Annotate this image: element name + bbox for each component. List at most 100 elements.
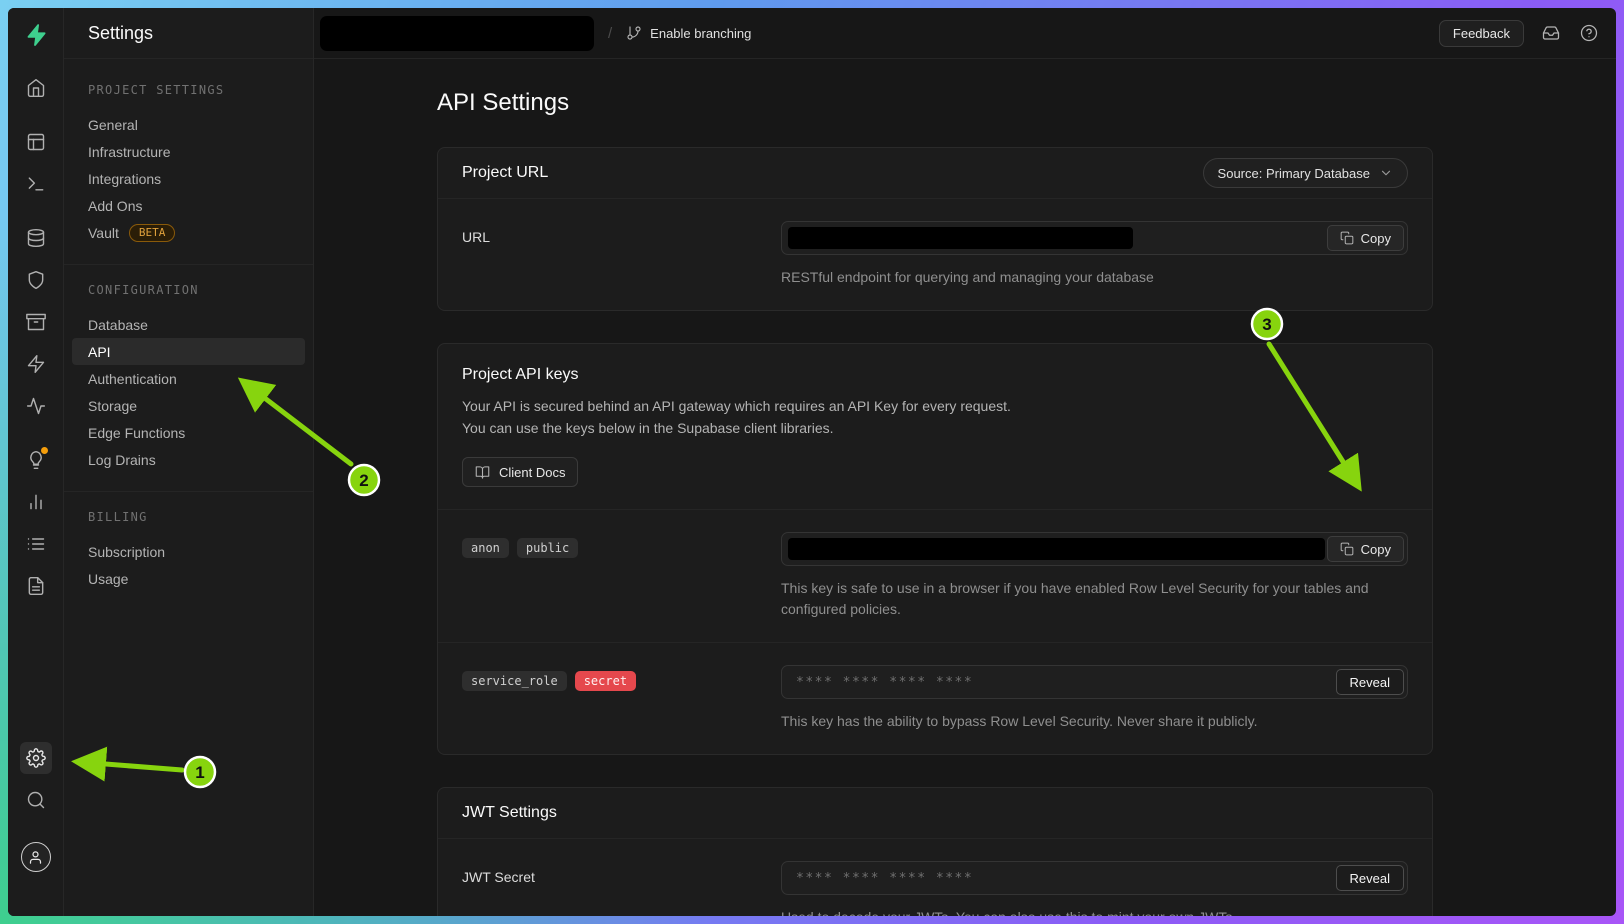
nav-project-settings[interactable] — [20, 742, 52, 774]
project-url-input[interactable]: Copy — [781, 221, 1408, 255]
client-docs-button[interactable]: Client Docs — [462, 457, 578, 487]
nav-search[interactable] — [20, 784, 52, 816]
service-role-badge: service_role — [462, 671, 567, 691]
supabase-logo[interactable] — [23, 22, 49, 48]
user-avatar-icon — [28, 850, 43, 865]
jwt-secret-helper: Used to decode your JWTs. You can also u… — [781, 907, 1408, 916]
database-icon — [26, 228, 46, 248]
api-keys-description-1: Your API is secured behind an API gatewa… — [462, 396, 1408, 418]
breadcrumb-separator: / — [608, 25, 612, 42]
section-label-project-settings: PROJECT SETTINGS — [64, 83, 313, 97]
sidebar-item-add-ons[interactable]: Add Ons — [72, 192, 305, 219]
anon-key-copy-button[interactable]: Copy — [1327, 536, 1404, 562]
app-window: Settings PROJECT SETTINGS General Infras… — [8, 8, 1616, 916]
section-label-billing: BILLING — [64, 510, 313, 524]
page-title: API Settings — [437, 89, 1433, 117]
sidebar-item-authentication[interactable]: Authentication — [72, 365, 305, 392]
project-selector-redacted[interactable] — [320, 16, 594, 51]
nav-rail — [8, 8, 64, 916]
nav-api-docs[interactable] — [20, 570, 52, 602]
notification-dot — [41, 447, 48, 454]
project-url-title: Project URL — [462, 164, 548, 182]
anon-key-row: anon public Copy — [438, 509, 1432, 642]
service-key-helper: This key has the ability to bypass Row L… — [781, 711, 1408, 732]
inbox-icon — [1542, 24, 1560, 42]
api-keys-title: Project API keys — [462, 366, 1408, 384]
jwt-settings-title: JWT Settings — [462, 804, 557, 822]
sidebar-item-integrations[interactable]: Integrations — [72, 165, 305, 192]
edge-functions-icon — [26, 354, 46, 374]
sidebar-item-general[interactable]: General — [72, 111, 305, 138]
jwt-secret-input[interactable]: **** **** **** **** Reveal — [781, 861, 1408, 895]
service-key-badges: service_role secret — [462, 665, 781, 691]
service-key-masked-value: **** **** **** **** — [782, 675, 973, 690]
sidebar-item-vault[interactable]: Vault BETA — [72, 219, 305, 246]
jwt-card-header: JWT Settings — [438, 788, 1432, 839]
sidebar-body: PROJECT SETTINGS General Infrastructure … — [64, 59, 313, 592]
beta-badge: BETA — [129, 224, 176, 242]
sidebar-item-storage[interactable]: Storage — [72, 392, 305, 419]
nav-logs[interactable] — [20, 528, 52, 560]
source-select-button[interactable]: Source: Primary Database — [1203, 158, 1408, 188]
nav-edge-functions[interactable] — [20, 348, 52, 380]
copy-icon — [1340, 231, 1354, 245]
content-scroll[interactable]: API Settings Project URL Source: Primary… — [314, 59, 1616, 916]
auth-shield-icon — [26, 270, 46, 290]
url-field-row: URL Copy RESTful en — [462, 221, 1408, 288]
service-key-input[interactable]: **** **** **** **** Reveal — [781, 665, 1408, 699]
sidebar-item-infrastructure[interactable]: Infrastructure — [72, 138, 305, 165]
nav-realtime[interactable] — [20, 390, 52, 422]
enable-branching-button[interactable]: Enable branching — [618, 19, 759, 47]
nav-table-editor[interactable] — [20, 126, 52, 158]
project-url-copy-button[interactable]: Copy — [1327, 225, 1404, 251]
project-url-card-header: Project URL Source: Primary Database — [438, 148, 1432, 199]
project-url-value-redacted — [788, 227, 1133, 249]
nav-advisors[interactable] — [20, 444, 52, 476]
topbar: / Enable branching Feedback — [314, 8, 1616, 59]
jwt-secret-field-main: **** **** **** **** Reveal Used to decod… — [781, 861, 1408, 916]
help-button[interactable] — [1578, 22, 1600, 44]
nav-authentication[interactable] — [20, 264, 52, 296]
reports-chart-icon — [26, 492, 46, 512]
jwt-secret-reveal-button[interactable]: Reveal — [1336, 865, 1404, 891]
jwt-settings-card: JWT Settings JWT Secret **** **** **** *… — [437, 787, 1433, 916]
anon-key-helper: This key is safe to use in a browser if … — [781, 578, 1408, 620]
nav-sql-editor[interactable] — [20, 168, 52, 200]
topbar-right: Feedback — [1439, 20, 1600, 47]
url-label: URL — [462, 221, 781, 245]
feedback-button[interactable]: Feedback — [1439, 20, 1524, 47]
anon-badge: anon — [462, 538, 509, 558]
nav-home[interactable] — [20, 72, 52, 104]
nav-storage[interactable] — [20, 306, 52, 338]
sidebar-item-log-drains[interactable]: Log Drains — [72, 446, 305, 473]
anon-key-input[interactable]: Copy — [781, 532, 1408, 566]
search-icon — [26, 790, 46, 810]
sidebar-item-usage[interactable]: Usage — [72, 565, 305, 592]
sidebar-item-database[interactable]: Database — [72, 311, 305, 338]
help-circle-icon — [1580, 24, 1598, 42]
nav-reports[interactable] — [20, 486, 52, 518]
page: API Settings Project URL Source: Primary… — [437, 59, 1433, 916]
avatar[interactable] — [21, 842, 51, 872]
sidebar-header: Settings — [64, 8, 313, 59]
project-url-helper: RESTful endpoint for querying and managi… — [781, 267, 1408, 288]
service-key-row: service_role secret **** **** **** **** … — [438, 642, 1432, 754]
jwt-secret-row: JWT Secret **** **** **** **** Reveal Us… — [462, 861, 1408, 916]
logs-list-icon — [26, 534, 46, 554]
sidebar-item-subscription[interactable]: Subscription — [72, 538, 305, 565]
gear-icon — [26, 748, 46, 768]
api-keys-card: Project API keys Your API is secured beh… — [437, 343, 1433, 755]
sidebar-title: Settings — [88, 23, 153, 44]
api-docs-file-icon — [26, 576, 46, 596]
public-badge: public — [517, 538, 578, 558]
inbox-button[interactable] — [1540, 22, 1562, 44]
nav-database[interactable] — [20, 222, 52, 254]
sidebar-item-api[interactable]: API — [72, 338, 305, 365]
realtime-icon — [26, 396, 46, 416]
sidebar-divider — [64, 264, 313, 265]
service-key-reveal-button[interactable]: Reveal — [1336, 669, 1404, 695]
book-open-icon — [475, 465, 490, 480]
api-keys-intro: Project API keys Your API is secured beh… — [438, 344, 1432, 509]
anon-key-field-main: Copy This key is safe to use in a browse… — [781, 532, 1408, 620]
sidebar-item-edge-functions[interactable]: Edge Functions — [72, 419, 305, 446]
